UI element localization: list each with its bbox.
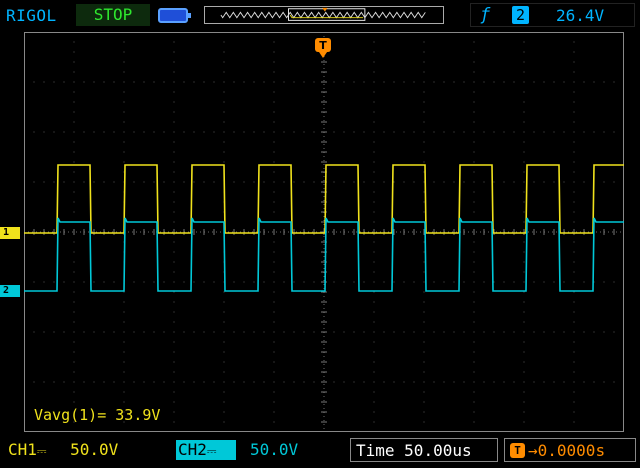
memory-position-bar[interactable] [204, 6, 444, 24]
timebase-text: Time 50.00us [356, 441, 472, 460]
ch2-marker[interactable]: 2 [0, 285, 20, 297]
ch2-marker-label: 2 [3, 285, 10, 296]
ch1-marker-label: 1 [3, 227, 10, 238]
memory-window [288, 8, 366, 21]
run-stop-button[interactable]: STOP [76, 4, 150, 26]
trigger-offset-icon: T [510, 443, 525, 458]
measurement-readout: Vavg(1)= 33.9V [34, 406, 161, 424]
trigger-status[interactable] [470, 3, 635, 27]
battery-icon [158, 8, 191, 23]
trigger-position-icon[interactable]: T [312, 34, 334, 62]
ch2-scale: 50.0V [250, 440, 299, 459]
waveform-display[interactable] [24, 32, 624, 432]
ch1-marker[interactable]: 1 [0, 227, 20, 239]
trigger-edge-icon: ƒ [480, 5, 491, 25]
trigger-offset-value: 0.0000s [537, 441, 606, 460]
memory-waveform [220, 11, 426, 19]
dc-coupling-icon: ⎓ [36, 444, 47, 458]
timebase-label: Time [356, 441, 395, 460]
dc-coupling-icon: ⎓ [206, 444, 217, 458]
brand-logo: RIGOL [6, 6, 57, 25]
ch1-scale-readout[interactable]: CH1⎓ 50.0V [8, 440, 118, 459]
timebase-scale: 50.00us [404, 441, 472, 460]
ch2-scale-readout[interactable]: CH2⎓ [178, 440, 216, 459]
trigger-offset-text: →0.0000s [528, 441, 606, 460]
ch2-label: CH2 [178, 440, 207, 459]
trigger-level: 26.4V [556, 6, 605, 25]
ch1-scale: 50.0V [70, 440, 119, 459]
trigger-position-label: T [319, 39, 327, 52]
trigger-source: 2 [512, 6, 529, 24]
ch1-label: CH1 [8, 440, 37, 459]
memory-trigger-icon [322, 7, 328, 12]
